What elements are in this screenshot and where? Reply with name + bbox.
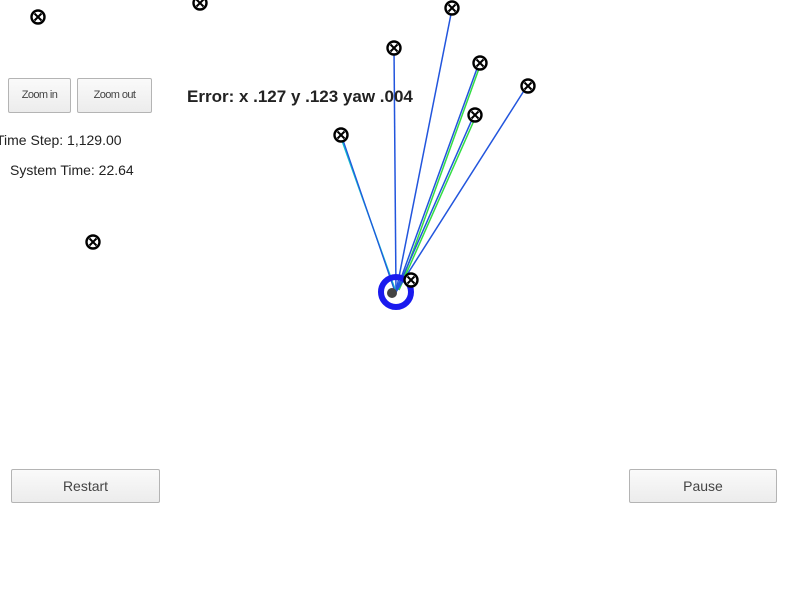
system-time-label: System Time: 22.64 <box>10 162 134 178</box>
landmark-marker-icon <box>386 40 402 56</box>
landmark-marker-icon <box>520 78 536 94</box>
zoom-out-button[interactable]: Zoom out <box>77 78 152 113</box>
time-step-label: Time Step: 1,129.00 <box>0 132 122 148</box>
landmark-marker-icon <box>85 234 101 250</box>
observation-lines <box>339 8 528 293</box>
pause-button[interactable]: Pause <box>629 469 777 503</box>
restart-button[interactable]: Restart <box>11 469 160 503</box>
landmark-marker-icon <box>333 127 349 143</box>
landmark-marker-icon <box>192 0 208 11</box>
zoom-in-button[interactable]: Zoom in <box>8 78 71 113</box>
landmark-marker-icon <box>403 272 419 288</box>
landmark-marker-icon <box>30 9 46 25</box>
landmark-marker-icon <box>472 55 488 71</box>
landmark-marker-icon <box>467 107 483 123</box>
landmark-marker-icon <box>444 0 460 16</box>
error-readout: Error: x .127 y .123 yaw .004 <box>187 87 413 106</box>
